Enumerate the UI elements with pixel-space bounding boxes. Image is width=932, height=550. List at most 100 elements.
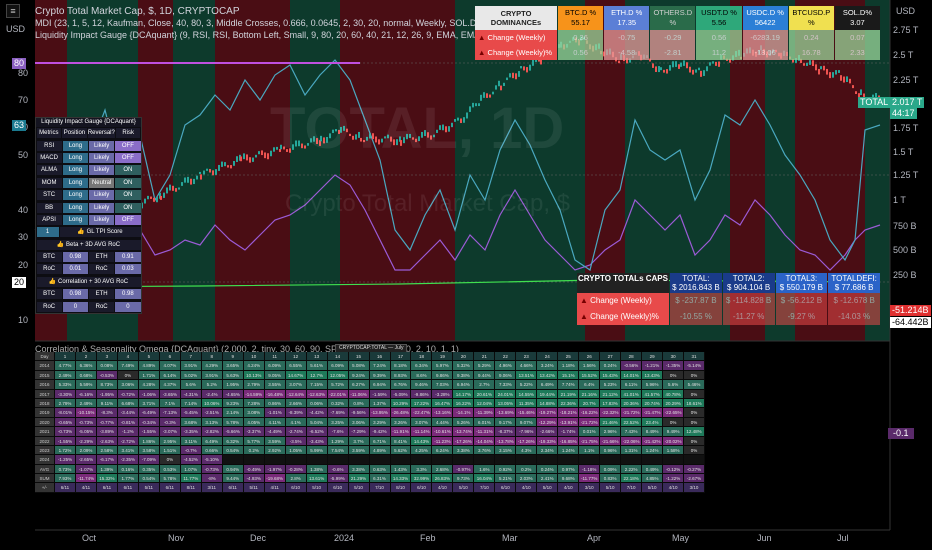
seasonality-cell bbox=[306, 455, 328, 465]
seasonality-cell: 9.46% bbox=[411, 380, 433, 390]
seasonality-cell: 3.15% bbox=[495, 445, 517, 456]
seasonality-cell: -5.14% bbox=[684, 361, 706, 371]
seasonality-cell: 4.1% bbox=[285, 417, 307, 428]
seasonality-row-2021: 2021 -0.73% -5.05% -3.89% -1.2% -1.55% -3.07% -… bbox=[35, 427, 706, 437]
seasonality-cell: -8.39% bbox=[285, 408, 307, 418]
seasonality-cell: 2019 bbox=[35, 408, 55, 418]
seasonality-cell bbox=[516, 455, 538, 465]
candle-224 bbox=[680, 62, 682, 67]
candle-219 bbox=[666, 69, 668, 74]
candle-91 bbox=[298, 140, 300, 147]
candle-131 bbox=[412, 137, 414, 140]
candle-132 bbox=[415, 138, 417, 143]
seasonality-cell: 10.06% bbox=[201, 398, 223, 409]
seasonality-cell: 6.76% bbox=[390, 380, 412, 390]
seasonality-cell: -1.55% bbox=[138, 427, 160, 437]
dominance-col-2: OTHERS.D %10.04 bbox=[650, 6, 696, 30]
seasonality-cell: 5/10 bbox=[453, 483, 475, 493]
seasonality-cell: -3.65% bbox=[159, 389, 181, 399]
seasonality-row-: +/- 6/11 4/11 6/11 6/11 5/11 6/11 8/11 3/11 6/11 5… bbox=[35, 483, 706, 493]
seasonality-cell: 7.93% bbox=[55, 474, 76, 484]
seasonality-cell: 3.07% bbox=[411, 417, 433, 428]
candle-96 bbox=[313, 136, 315, 142]
seasonality-cell: 2.7% bbox=[474, 380, 496, 390]
right-axis-tick-4: 1.5 T bbox=[893, 147, 914, 157]
seasonality-cell: -21.47% bbox=[642, 408, 664, 418]
mdi-indicator-legend[interactable]: MDI (23, 1, 5, 12, Kaufman, Close, 40, 8… bbox=[35, 18, 542, 29]
candle-77 bbox=[258, 151, 260, 155]
lig-header-position: Position bbox=[62, 128, 87, 139]
beta-cell-1-2: RoC bbox=[89, 264, 115, 275]
seasonality-cell: -16.85% bbox=[558, 436, 580, 446]
candle-57 bbox=[200, 174, 202, 180]
seasonality-cell: 7.15% bbox=[306, 380, 328, 390]
dominance-name: SOL.D% bbox=[842, 8, 872, 17]
seasonality-cell bbox=[243, 455, 265, 465]
seasonality-cell: 0.24% bbox=[600, 361, 622, 371]
seasonality-cell: 3.07% bbox=[285, 380, 307, 390]
candle-154 bbox=[480, 94, 482, 101]
beta-section-label: 👍 Beta + 3D AVG RoC bbox=[36, 239, 141, 250]
candle-155 bbox=[483, 92, 485, 98]
seasonality-header-15: 15 bbox=[348, 352, 370, 362]
seasonality-cell: 5.99% bbox=[306, 445, 328, 456]
seasonality-cell: 0.86% bbox=[264, 398, 286, 409]
seasonality-cell: 41.01% bbox=[621, 389, 643, 399]
seasonality-cell: 6.11% bbox=[621, 380, 643, 390]
seasonality-cell: 0% bbox=[684, 445, 706, 456]
seasonality-cell bbox=[474, 455, 496, 465]
seasonality-cell: -3.44% bbox=[117, 408, 139, 418]
candle-283 bbox=[849, 78, 851, 84]
chart-title[interactable]: Crypto Total Market Cap, $, 1D, CRYPTOCA… bbox=[35, 6, 240, 17]
seasonality-cell: -11.31% bbox=[474, 427, 496, 437]
seasonality-cell: 2.49% bbox=[55, 370, 76, 381]
seasonality-cell: 4.89% bbox=[369, 445, 391, 456]
candle-48 bbox=[175, 188, 177, 192]
seasonality-cell: 7.03% bbox=[432, 380, 454, 390]
lig-metric-name: MACD bbox=[36, 152, 62, 163]
seasonality-cell: 6.94% bbox=[369, 380, 391, 390]
seasonality-cell: 0% bbox=[684, 408, 706, 418]
seasonality-cell: 5.33% bbox=[55, 380, 76, 390]
seasonality-cell: -3.37% bbox=[243, 427, 265, 437]
seasonality-header-29: 29 bbox=[642, 352, 664, 362]
seasonality-cell: -5.09% bbox=[390, 389, 412, 399]
seasonality-header-31: 31 bbox=[684, 352, 706, 362]
trend-band-4 bbox=[215, 0, 290, 341]
seasonality-cell: 5.23% bbox=[600, 380, 622, 390]
seasonality-cell: 2024 bbox=[35, 455, 55, 465]
seasonality-cell: 22.36% bbox=[558, 398, 580, 409]
corr-cell-0-1: 0.98 bbox=[62, 289, 88, 300]
candle-75 bbox=[252, 157, 254, 162]
seasonality-cell: 3.29% bbox=[369, 417, 391, 428]
seasonality-cell: -9.42% bbox=[369, 427, 391, 437]
symbol-icon[interactable]: ≡ bbox=[6, 4, 20, 18]
time-axis-label-2024: 2024 bbox=[334, 533, 355, 543]
seasonality-cell: -21.72% bbox=[621, 408, 643, 418]
candle-37 bbox=[144, 198, 146, 204]
dominance-col-0: BTC.D % 55.17 bbox=[558, 6, 604, 30]
candle-107 bbox=[343, 125, 345, 131]
seasonality-cell: -6.17% bbox=[96, 455, 118, 465]
seasonality-cell: 0.73% bbox=[55, 464, 76, 475]
seasonality-cell: 3.91% bbox=[201, 370, 223, 381]
seasonality-cell: -5.05% bbox=[75, 427, 97, 437]
left-axis-tick-80: 80 bbox=[18, 68, 29, 78]
seasonality-row-SUM: SUM 7.93% -11.74% 15.32% 1.77% 0.54% 5.78% 11.7… bbox=[35, 474, 706, 484]
seasonality-cell: -9.56% bbox=[348, 408, 370, 418]
seasonality-cell: 1.71% bbox=[138, 370, 160, 381]
total-col-0: TOTAL: $ 2016.843 B bbox=[670, 273, 722, 293]
candle-109 bbox=[349, 133, 351, 137]
seasonality-cell: 4.44% bbox=[432, 417, 454, 428]
seasonality-header-13: 13 bbox=[306, 352, 328, 362]
total-col-1: TOTAL2: $ 904.104 B bbox=[722, 273, 775, 293]
left-tag-top: 80 bbox=[12, 58, 27, 69]
seasonality-cell: -12.64% bbox=[285, 389, 307, 399]
candle-64 bbox=[221, 161, 223, 167]
seasonality-cell: -2.66% bbox=[537, 427, 559, 437]
seasonality-cell: 5.78% bbox=[159, 474, 181, 484]
right-axis-tick-2: 2.25 T bbox=[893, 75, 919, 85]
seasonality-cell: 1.56% bbox=[579, 361, 601, 371]
seasonality-cell: 0.97% bbox=[558, 464, 580, 475]
seasonality-cell bbox=[684, 455, 706, 465]
